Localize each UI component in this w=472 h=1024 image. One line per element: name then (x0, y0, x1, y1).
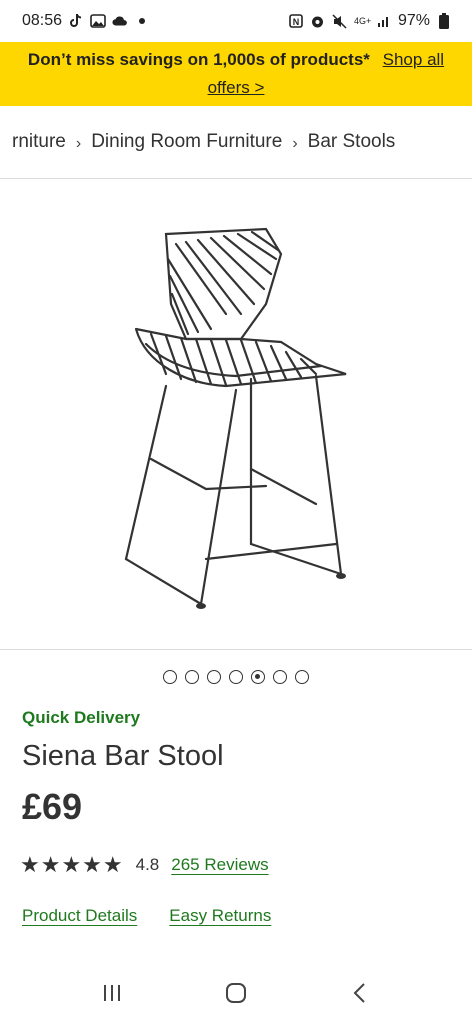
cloud-icon (112, 13, 128, 29)
status-bar: 08:56 N 4G+ 97% (0, 0, 472, 42)
rating-row: ★★★★★ 4.8 265 Reviews (20, 852, 269, 878)
battery-icon (436, 13, 452, 29)
easy-returns-link[interactable]: Easy Returns (169, 906, 271, 926)
reviews-link[interactable]: 265 Reviews (171, 855, 268, 875)
promo-content: Don’t miss savings on 1,000s of products… (14, 46, 458, 102)
gallery-pagination (0, 670, 472, 690)
gallery-dot[interactable] (163, 670, 177, 684)
product-title: Siena Bar Stool (22, 740, 224, 772)
breadcrumb-item-bar-stools[interactable]: Bar Stools (308, 131, 396, 153)
home-icon[interactable] (216, 973, 256, 1013)
product-price: £69 (22, 786, 83, 827)
status-right: N 4G+ 97% (288, 12, 452, 30)
back-icon[interactable] (340, 973, 380, 1013)
promo-text: Don’t miss savings on 1,000s of products… (27, 50, 370, 69)
network-label: 4G+ (353, 15, 372, 26)
image-icon (90, 13, 106, 29)
gallery-dot-active[interactable] (251, 670, 265, 684)
bar-stool-image (124, 227, 347, 609)
svg-text:N: N (293, 17, 300, 27)
star-rating-icon: ★★★★★ (20, 852, 124, 877)
chevron-right-icon: › (75, 135, 82, 152)
dot-icon (134, 13, 150, 29)
status-left: 08:56 (22, 12, 150, 30)
chevron-right-icon: › (292, 135, 298, 152)
gallery-dot[interactable] (207, 670, 221, 684)
signal-icon (376, 13, 392, 29)
breadcrumb: rniture › Dining Room Furniture › Bar St… (0, 106, 472, 178)
gallery-dot[interactable] (185, 670, 199, 684)
nfc-icon: N (288, 13, 304, 29)
battery-label: 97% (397, 12, 430, 29)
tiktok-icon (68, 13, 84, 29)
product-image-gallery[interactable] (0, 178, 472, 650)
gallery-dot[interactable] (273, 670, 287, 684)
promo-banner: Don’t miss savings on 1,000s of products… (0, 42, 472, 106)
alarm-icon (310, 13, 326, 29)
recent-apps-icon[interactable] (92, 973, 132, 1013)
product-details-link[interactable]: Product Details (22, 906, 137, 926)
gallery-dot[interactable] (229, 670, 243, 684)
breadcrumb-item-furniture[interactable]: rniture (12, 131, 66, 153)
android-nav-bar (0, 962, 472, 1024)
status-time: 08:56 (22, 12, 63, 29)
rating-value: 4.8 (135, 855, 160, 874)
gallery-dot[interactable] (295, 670, 309, 684)
mute-icon (332, 13, 348, 29)
breadcrumb-item-dining-room-furniture[interactable]: Dining Room Furniture (91, 131, 282, 153)
product-links: Product Details Easy Returns (22, 906, 271, 926)
quick-delivery-label: Quick Delivery (22, 708, 141, 727)
